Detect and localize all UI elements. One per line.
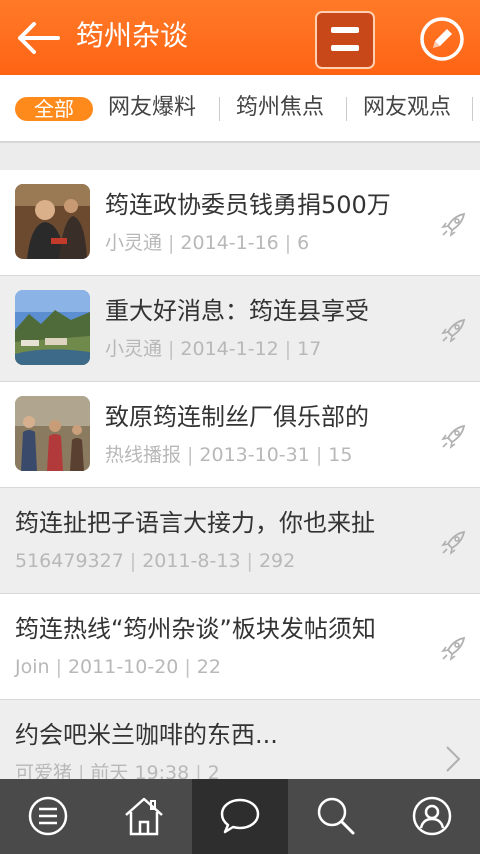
nav-profile[interactable] xyxy=(384,779,480,854)
edit-pencil-icon[interactable] xyxy=(419,16,465,62)
menu-button[interactable] xyxy=(315,11,375,69)
page-title: 筠州杂谈 xyxy=(76,19,189,52)
post-meta: Join | 2011-10-20 | 22 xyxy=(15,656,221,678)
menu-icon xyxy=(331,27,359,33)
reply-count: 292 xyxy=(258,550,296,572)
rocket-icon[interactable] xyxy=(440,422,468,450)
reply-count: 17 xyxy=(297,338,322,360)
post-author: Join xyxy=(15,656,50,678)
category-tab-bar: 全部 网友爆料 筠州焦点 网友观点 xyxy=(0,75,480,143)
tab-all[interactable]: 全部 xyxy=(15,97,93,121)
top-bar: 筠州杂谈 xyxy=(0,0,480,75)
post-author: 热线播报 xyxy=(105,444,182,466)
rocket-icon[interactable] xyxy=(440,316,468,344)
list-item[interactable]: 致原筠连制丝厂俱乐部的 热线播报 | 2013-10-31 | 15 xyxy=(0,382,480,488)
post-title: 筠连扯把子语言大接力，你也来扯 xyxy=(15,509,375,537)
tab-netizen-views[interactable]: 网友观点 xyxy=(363,93,451,123)
post-thumbnail xyxy=(15,184,90,259)
menu-icon-bar xyxy=(331,45,359,51)
list-item[interactable]: 筠连扯把子语言大接力，你也来扯 516479327 | 2011-8-13 | 292 xyxy=(0,488,480,594)
tab-divider xyxy=(219,97,220,121)
list-item[interactable]: 筠连热线“筠州杂谈”板块发帖须知 Join | 2011-10-20 | 22 xyxy=(0,594,480,700)
chat-bubble-icon xyxy=(220,798,260,834)
chevron-right-icon[interactable] xyxy=(444,745,462,773)
back-arrow-icon[interactable] xyxy=(14,20,60,56)
reply-count: 15 xyxy=(328,444,353,466)
post-meta: 小灵通 | 2014-1-12 | 17 xyxy=(105,338,322,360)
post-meta: 热线播报 | 2013-10-31 | 15 xyxy=(105,444,353,466)
rocket-icon[interactable] xyxy=(440,634,468,662)
post-author: 小灵通 xyxy=(105,232,163,254)
nav-home[interactable] xyxy=(96,779,192,854)
rocket-icon[interactable] xyxy=(440,528,468,556)
post-meta: 小灵通 | 2014-1-16 | 6 xyxy=(105,232,310,254)
post-meta: 516479327 | 2011-8-13 | 292 xyxy=(15,550,296,572)
tab-divider xyxy=(472,97,473,121)
post-thumbnail xyxy=(15,290,90,365)
nav-chat[interactable] xyxy=(192,779,288,854)
post-title: 致原筠连制丝厂俱乐部的 xyxy=(105,403,369,431)
tab-divider xyxy=(346,97,347,121)
tab-netizen-reports[interactable]: 网友爆料 xyxy=(108,93,196,123)
post-author: 516479327 xyxy=(15,550,124,572)
post-title: 筠连热线“筠州杂谈”板块发帖须知 xyxy=(15,615,376,643)
rocket-icon[interactable] xyxy=(440,210,468,238)
search-icon xyxy=(317,797,355,835)
reply-count: 22 xyxy=(196,656,221,678)
post-thumbnail xyxy=(15,396,90,471)
post-title: 约会吧米兰咖啡的东西... xyxy=(15,721,278,749)
nav-menu[interactable] xyxy=(0,779,96,854)
post-author: 小灵通 xyxy=(105,338,163,360)
post-date: 2013-10-31 xyxy=(199,444,310,466)
reply-count: 6 xyxy=(297,232,310,254)
nav-search[interactable] xyxy=(288,779,384,854)
post-title: 重大好消息：筠连县享受 xyxy=(105,297,369,325)
user-icon xyxy=(412,796,452,836)
list-item[interactable]: 筠连政协委员钱勇捐500万 小灵通 | 2014-1-16 | 6 xyxy=(0,170,480,276)
tab-junzhou-focus[interactable]: 筠州焦点 xyxy=(236,93,324,123)
post-date: 2011-8-13 xyxy=(142,550,241,572)
home-icon xyxy=(125,797,163,836)
list-item[interactable]: 重大好消息：筠连县享受 小灵通 | 2014-1-12 | 17 xyxy=(0,276,480,382)
post-date: 2011-10-20 xyxy=(67,656,179,678)
post-list: 筠连政协委员钱勇捐500万 小灵通 | 2014-1-16 | 6 重大好消息：筠连县享… xyxy=(0,170,480,806)
bottom-nav-bar xyxy=(0,779,480,854)
post-title: 筠连政协委员钱勇捐500万 xyxy=(105,191,391,219)
post-date: 2014-1-12 xyxy=(180,338,279,360)
post-date: 2014-1-16 xyxy=(180,232,279,254)
list-menu-icon xyxy=(28,796,68,836)
